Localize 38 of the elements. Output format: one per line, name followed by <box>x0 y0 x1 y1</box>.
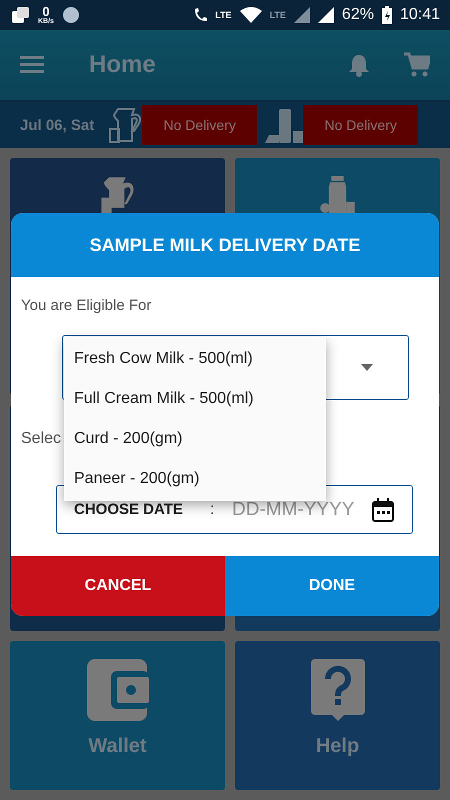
select-label: Selec <box>21 430 62 448</box>
battery-icon <box>382 6 392 24</box>
bell-icon[interactable] <box>348 53 370 77</box>
cancel-button[interactable]: CANCEL <box>11 556 225 616</box>
milk-jug-icon <box>100 176 136 213</box>
delivery-status: No Delivery <box>303 105 418 145</box>
phone-icon <box>193 7 208 23</box>
eligible-label: You are Eligible For <box>21 297 152 314</box>
help-icon <box>310 659 364 721</box>
menu-icon[interactable] <box>20 56 44 74</box>
speed-value: 0 <box>42 5 50 18</box>
date-label: CHOOSE DATE <box>74 501 184 518</box>
dairy-products-icon <box>265 107 304 143</box>
delivery-date: Jul 06, Sat <box>20 116 94 134</box>
screen-title: Home <box>89 51 157 79</box>
date-input[interactable]: DD-MM-YYYY <box>232 498 372 520</box>
notification-icon <box>12 7 30 23</box>
caret-icon <box>361 364 373 371</box>
done-button[interactable]: DONE <box>225 556 439 616</box>
wallet-icon <box>86 659 148 721</box>
battery-percent: 62% <box>342 6 374 24</box>
network-label: LTE <box>270 10 286 20</box>
call-network-label: LTE <box>215 10 232 20</box>
milk-bottle-icon <box>320 176 355 213</box>
signal-icon <box>318 7 334 23</box>
date-separator: : <box>210 500 216 518</box>
dropdown-option[interactable]: Curd - 200(gm) <box>64 419 326 459</box>
wifi-icon <box>240 7 262 23</box>
calendar-icon <box>372 498 394 522</box>
dropdown-option[interactable]: Full Cream Milk - 500(ml) <box>64 379 326 419</box>
signal-icon <box>294 7 310 23</box>
dialog-title: SAMPLE MILK DELIVERY DATE <box>90 234 360 256</box>
milk-jug-icon <box>108 107 142 143</box>
delivery-status: No Delivery <box>142 105 258 145</box>
clock: 10:41 <box>400 6 440 24</box>
dropdown-option[interactable]: Paneer - 200(gm) <box>64 459 326 499</box>
cart-icon[interactable] <box>404 52 430 78</box>
dropdown-option[interactable]: Fresh Cow Milk - 500(ml) <box>64 339 326 379</box>
